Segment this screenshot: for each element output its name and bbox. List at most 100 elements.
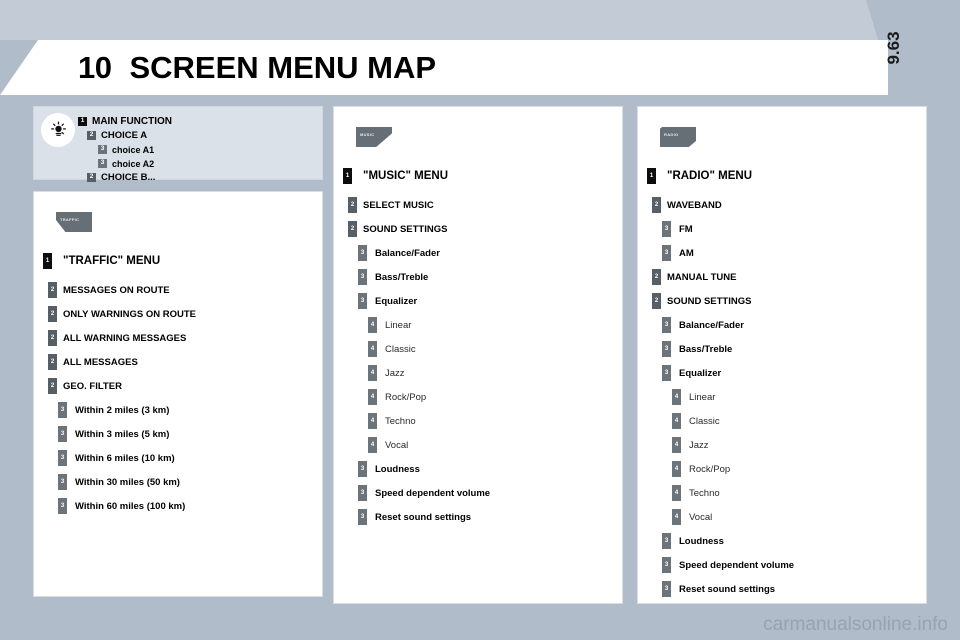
menu-item[interactable]: 3 FM [638, 217, 926, 241]
legend-panel: 1 MAIN FUNCTION 2 CHOICE A 3 choice A1 3 choice… [33, 106, 323, 183]
menu-item[interactable]: 4 Classic [638, 409, 926, 433]
menu-item[interactable]: 4 Classic [334, 337, 622, 361]
music-icon: MUSIC [356, 127, 392, 147]
page-number: 9.63 [884, 31, 903, 65]
menu-item[interactable]: 4 Techno [334, 409, 622, 433]
level-badge: 2 [87, 173, 96, 182]
menu-item-label: Vocal [385, 439, 409, 451]
column-music: MUSIC 1 "MUSIC" MENU 2 SELECT MUSIC 2 SOUND S… [333, 106, 623, 604]
level-badge: 3 [358, 293, 367, 309]
menu-item[interactable]: 4 Jazz [334, 361, 622, 385]
level-badge: 2 [348, 197, 357, 213]
traffic-tab-icon-wrap: TRAFFIC [34, 206, 322, 238]
column-traffic: 1 MAIN FUNCTION 2 CHOICE A 3 choice A1 3 choice… [33, 106, 323, 597]
menu-item-label: Reset sound settings [679, 583, 776, 595]
level-badge: 3 [358, 245, 367, 261]
menu-item[interactable]: 1 "TRAFFIC" MENU [34, 244, 322, 278]
menu-item[interactable]: 3 Within 3 miles (5 km) [34, 422, 322, 446]
menu-item[interactable]: 2 SOUND SETTINGS [638, 289, 926, 313]
menu-item[interactable]: 4 Techno [638, 481, 926, 505]
menu-item[interactable]: 2 ONLY WARNINGS ON ROUTE [34, 302, 322, 326]
level-badge: 3 [662, 341, 671, 357]
menu-item-label: MANUAL TUNE [667, 271, 737, 283]
level-badge: 4 [368, 317, 377, 333]
menu-item-label: AM [679, 247, 694, 259]
menu-item[interactable]: 4 Vocal [638, 505, 926, 529]
level-badge: 3 [358, 461, 367, 477]
menu-item[interactable]: 2 ALL MESSAGES [34, 350, 322, 374]
menu-item-label: Equalizer [679, 367, 722, 379]
menu-item-label: FM [679, 223, 693, 235]
menu-item-label: Techno [385, 415, 416, 427]
menu-item[interactable]: 1 "MUSIC" MENU [334, 159, 622, 193]
menu-item[interactable]: 2 WAVEBAND [638, 193, 926, 217]
level-badge: 3 [662, 533, 671, 549]
level-badge: 4 [672, 509, 681, 525]
menu-item[interactable]: 3 Speed dependent volume [638, 553, 926, 577]
sun-bulb-icon [41, 113, 75, 147]
menu-item-label: Bass/Treble [375, 271, 429, 283]
menu-item[interactable]: 3 Bass/Treble [334, 265, 622, 289]
menu-item[interactable]: 4 Linear [638, 385, 926, 409]
menu-item[interactable]: 2 GEO. FILTER [34, 374, 322, 398]
menu-item[interactable]: 4 Vocal [334, 433, 622, 457]
menu-item-label: Reset sound settings [375, 511, 472, 523]
level-badge: 3 [58, 426, 67, 442]
menu-item-label: Speed dependent volume [375, 487, 491, 499]
menu-item[interactable]: 3 Within 30 miles (50 km) [34, 470, 322, 494]
menu-item[interactable]: 3 Balance/Fader [334, 241, 622, 265]
level-badge: 1 [647, 168, 656, 184]
menu-item-label: Classic [385, 343, 416, 355]
level-badge: 3 [662, 245, 671, 261]
level-badge: 4 [672, 389, 681, 405]
legend-row: 3 choice A1 [78, 143, 172, 156]
menu-item-label: Rock/Pop [689, 463, 731, 475]
traffic-menu-rows: 1 "TRAFFIC" MENU 2 MESSAGES ON ROUTE 2 ONLY W… [34, 244, 322, 518]
menu-item-label: MESSAGES ON ROUTE [63, 284, 170, 296]
menu-item-label: Bass/Treble [679, 343, 733, 355]
menu-item-label: Loudness [679, 535, 724, 547]
menu-item-label: Speed dependent volume [679, 559, 795, 571]
menu-item[interactable]: 3 Loudness [638, 529, 926, 553]
menu-item[interactable]: 2 SELECT MUSIC [334, 193, 622, 217]
menu-item-label: Techno [689, 487, 720, 499]
menu-item[interactable]: 3 Within 6 miles (10 km) [34, 446, 322, 470]
menu-item[interactable]: 4 Linear [334, 313, 622, 337]
menu-item[interactable]: 4 Rock/Pop [334, 385, 622, 409]
menu-item[interactable]: 2 MESSAGES ON ROUTE [34, 278, 322, 302]
menu-item[interactable]: 3 Equalizer [638, 361, 926, 385]
radio-menu-panel: RADIO 1 "RADIO" MENU 2 WAVEBAND 3 FM 3 AM 2 MANUA… [637, 106, 927, 604]
menu-item[interactable]: 4 Jazz [638, 433, 926, 457]
menu-item-label: Within 30 miles (50 km) [75, 476, 180, 488]
menu-item[interactable]: 2 MANUAL TUNE [638, 265, 926, 289]
legend-row-label: MAIN FUNCTION [92, 116, 172, 127]
menu-item[interactable]: 2 ALL WARNING MESSAGES [34, 326, 322, 350]
menu-item-label: WAVEBAND [667, 199, 722, 211]
menu-item[interactable]: 3 Speed dependent volume [334, 481, 622, 505]
level-badge: 4 [368, 437, 377, 453]
level-badge: 4 [672, 437, 681, 453]
menu-item[interactable]: 3 Within 60 miles (100 km) [34, 494, 322, 518]
menu-item[interactable]: 2 SOUND SETTINGS [334, 217, 622, 241]
level-badge: 2 [48, 306, 57, 322]
menu-item[interactable]: 3 AM [638, 241, 926, 265]
radio-icon-label: RADIO [664, 132, 679, 137]
level-badge: 3 [662, 557, 671, 573]
menu-item-label: Within 6 miles (10 km) [75, 452, 175, 464]
menu-item-label: Linear [689, 391, 716, 403]
level-badge: 2 [652, 293, 661, 309]
menu-item[interactable]: 3 Reset sound settings [638, 577, 926, 601]
menu-item[interactable]: 3 Balance/Fader [638, 313, 926, 337]
legend-row: 3 choice A2 [78, 157, 172, 170]
menu-item[interactable]: 3 Reset sound settings [334, 505, 622, 529]
level-badge: 3 [358, 509, 367, 525]
level-badge: 2 [48, 282, 57, 298]
level-badge: 4 [368, 413, 377, 429]
menu-item[interactable]: 1 "RADIO" MENU [638, 159, 926, 193]
menu-item-label: SELECT MUSIC [363, 199, 434, 211]
menu-item[interactable]: 3 Bass/Treble [638, 337, 926, 361]
menu-item[interactable]: 3 Equalizer [334, 289, 622, 313]
menu-item[interactable]: 3 Loudness [334, 457, 622, 481]
menu-item[interactable]: 4 Rock/Pop [638, 457, 926, 481]
menu-item[interactable]: 3 Within 2 miles (3 km) [34, 398, 322, 422]
